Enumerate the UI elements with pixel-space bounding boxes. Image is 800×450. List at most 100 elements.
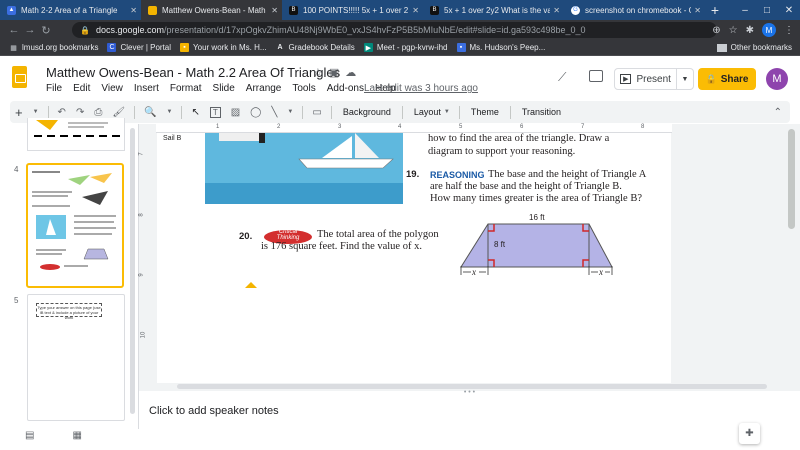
slide-thumbnail-preview	[32, 171, 116, 270]
menu-format[interactable]: Format	[170, 83, 202, 94]
forward-arrow-icon[interactable]: →	[22, 24, 38, 36]
chevron-down-icon[interactable]: ▼	[444, 109, 450, 115]
chevron-down-icon[interactable]: ▼	[166, 109, 172, 115]
comment-add-icon[interactable]: ▭	[312, 107, 321, 118]
redo-icon[interactable]: ↷	[76, 107, 84, 118]
menu-dots-icon[interactable]: ⋮	[784, 25, 794, 36]
close-icon[interactable]: ✕	[271, 6, 278, 15]
chevron-down-icon[interactable]: ▼	[677, 76, 693, 83]
scroll-thumb[interactable]	[788, 129, 795, 229]
scroll-thumb[interactable]	[130, 128, 135, 414]
slide-thumbnail-4-selected[interactable]	[26, 163, 124, 288]
present-main[interactable]: ▶ Present	[615, 69, 677, 89]
slides-favicon-icon	[148, 5, 157, 15]
chevron-down-icon[interactable]: ▼	[33, 109, 39, 115]
bookmark-item[interactable]: ▪ Ms. Hudson's Peep...	[456, 43, 545, 52]
select-cursor-icon[interactable]: ↖	[191, 107, 199, 118]
chevron-up-icon[interactable]: ⌃	[774, 107, 782, 118]
zoom-icon[interactable]: 🔍	[144, 107, 156, 118]
new-slide-button[interactable]: +	[15, 105, 23, 120]
reload-icon[interactable]: ↻	[38, 24, 54, 37]
zoom-icon[interactable]: ⊕	[712, 25, 720, 36]
menu-arrange[interactable]: Arrange	[246, 83, 282, 94]
star-icon[interactable]: ☆	[729, 25, 738, 36]
tab-title: Math 2-2 Area of a Triangle	[21, 5, 118, 15]
close-window-button[interactable]: ✕	[778, 5, 800, 16]
close-icon[interactable]: ✕	[130, 6, 137, 15]
notes-splitter-handle[interactable]: • • •	[139, 389, 800, 397]
address-bar[interactable]: 🔒 docs.google.com /presentation/d/17xpOg…	[72, 22, 717, 38]
slide-canvas[interactable]: Sail B how to find the area of the trian…	[157, 133, 671, 383]
menu-insert[interactable]: Insert	[134, 83, 159, 94]
new-tab-button[interactable]: +	[705, 0, 725, 20]
user-avatar[interactable]: M	[766, 68, 788, 90]
last-edit-link[interactable]: Last edit was 3 hours ago	[364, 83, 478, 94]
bookmark-item[interactable]: ▦ lmusd.org bookmarks	[9, 43, 98, 52]
line-icon[interactable]: ╲	[271, 107, 277, 118]
close-icon[interactable]: ✕	[694, 6, 701, 15]
editing-toolbar: + ▼ ↶ ↷ ⎙ 🖌 🔍 ▼ ↖ T ▨ ◯ ╲ ▼ ▭ Background…	[10, 101, 790, 123]
maximize-button[interactable]: □	[756, 5, 778, 16]
undo-icon[interactable]: ↶	[58, 107, 66, 118]
cloud-status-icon[interactable]: ☁	[345, 66, 356, 79]
background-button[interactable]: Background	[343, 107, 391, 117]
browser-tab[interactable]: ▲ Math 2-2 Area of a Triangle ✕	[0, 0, 141, 20]
speaker-notes-field[interactable]: Click to add speaker notes	[149, 405, 279, 417]
image-icon[interactable]: ▨	[231, 107, 240, 118]
filmstrip-scrollbar[interactable]	[130, 124, 136, 429]
browser-tab[interactable]: G screenshot on chromebook - Goo ✕	[564, 0, 705, 20]
divider	[134, 105, 136, 119]
back-arrow-icon[interactable]: ←	[6, 24, 22, 36]
present-button[interactable]: ▶ Present ▼	[614, 68, 694, 90]
extensions-icon[interactable]: ✱	[746, 25, 754, 36]
close-icon[interactable]: ✕	[412, 6, 419, 15]
grid-view-icon[interactable]: ▦	[72, 430, 81, 441]
paint-format-icon[interactable]: 🖌	[112, 107, 125, 118]
menu-view[interactable]: View	[101, 83, 123, 94]
menu-edit[interactable]: Edit	[73, 83, 90, 94]
browser-tab-active[interactable]: Matthew Owens-Bean - Math 2.2 ✕	[141, 0, 282, 20]
slides-logo-icon[interactable]	[12, 66, 27, 88]
activity-trend-icon[interactable]: ⟋	[558, 70, 566, 85]
other-bookmarks[interactable]: Other bookmarks	[716, 43, 792, 52]
chevron-down-icon[interactable]: ▼	[287, 109, 293, 115]
minimize-button[interactable]: –	[734, 5, 756, 16]
canvas-scrollbar[interactable]	[788, 124, 796, 391]
menu-slide[interactable]: Slide	[213, 83, 235, 94]
theme-button[interactable]: Theme	[471, 107, 499, 117]
divider	[401, 105, 403, 119]
transition-button[interactable]: Transition	[522, 107, 561, 117]
slide-thumbnail-preview	[34, 120, 120, 137]
url-host: docs.google.com	[95, 25, 165, 35]
browser-tab[interactable]: B 100 POINTS!!!!! 5x + 1 over 2 y2 \ ✕	[282, 0, 423, 20]
shape-icon[interactable]: ◯	[250, 107, 261, 118]
share-button[interactable]: 🔒 Share	[698, 68, 756, 90]
menu-file[interactable]: File	[46, 83, 62, 94]
menu-tools[interactable]: Tools	[292, 83, 315, 94]
print-icon[interactable]: ⎙	[94, 107, 102, 118]
slide-5-instruction: Type your answer on this page (use IB te…	[36, 303, 102, 320]
slide-thumbnail-3[interactable]	[27, 118, 125, 151]
bookmark-item[interactable]: ▶ Meet - pgp-kvrw-ihd	[363, 43, 448, 52]
profile-avatar[interactable]: M	[762, 23, 776, 37]
text-box-icon[interactable]: T	[209, 106, 221, 118]
layout-button[interactable]: Layout	[414, 107, 441, 117]
comment-history-icon[interactable]	[589, 70, 603, 82]
bookmark-item[interactable]: ▪ Your work in Ms. H...	[180, 43, 267, 52]
star-icon[interactable]: ☆	[313, 66, 323, 79]
apps-grid-icon: ▦	[10, 44, 17, 52]
figure-x-label-right: x	[599, 267, 603, 277]
explore-icon[interactable]: ✚	[739, 423, 760, 444]
ruler-tick: 3	[338, 124, 342, 130]
close-icon[interactable]: ✕	[553, 6, 560, 15]
filmstrip-view-icon[interactable]: ▤	[25, 430, 34, 441]
menu-addons[interactable]: Add-ons	[327, 83, 364, 94]
slide-thumbnail-5[interactable]: Type your answer on this page (use IB te…	[27, 294, 125, 421]
next-item-marker-icon	[245, 282, 257, 288]
meet-icon: ▶	[363, 43, 373, 52]
browser-tab[interactable]: B 5x + 1 over 2y2 What is the value ✕	[423, 0, 564, 20]
bookmark-item[interactable]: A Gradebook Details	[276, 43, 355, 52]
bookmark-item[interactable]: C Clever | Portal	[107, 43, 171, 52]
move-folder-icon[interactable]: ▣	[329, 66, 339, 79]
document-title[interactable]: Matthew Owens-Bean - Math 2.2 Area Of Tr…	[46, 65, 340, 80]
